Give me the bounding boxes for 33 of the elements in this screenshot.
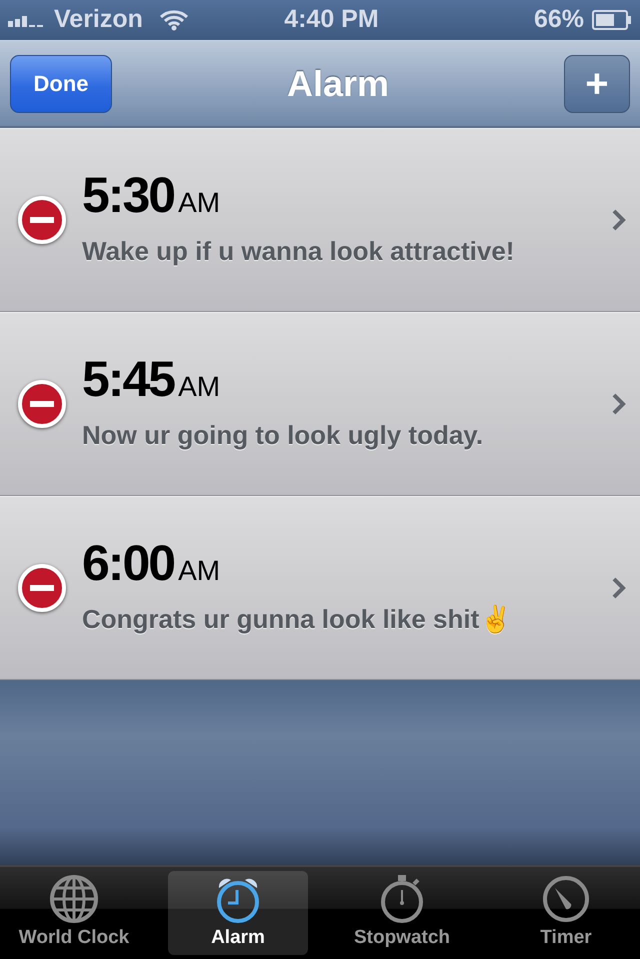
alarm-period: AM	[178, 370, 220, 404]
timer-icon	[541, 874, 591, 924]
alarm-period: AM	[178, 554, 220, 588]
chevron-icon	[612, 209, 626, 231]
carrier-name: Verizon	[54, 4, 143, 36]
alarm-label: Wake up if u wanna look attractive!	[82, 234, 516, 268]
globe-icon	[49, 874, 99, 924]
delete-icon[interactable]	[18, 380, 66, 428]
clock-time: 4:40 PM	[284, 4, 379, 36]
nav-title: Alarm	[286, 62, 390, 106]
tab-button[interactable]: Stopwatch	[332, 871, 472, 955]
alarm-time: 5:30	[82, 170, 174, 220]
add-button[interactable]: +	[564, 54, 630, 112]
alarm-period: AM	[178, 186, 220, 220]
tab-button[interactable]: Alarm	[168, 871, 308, 955]
alarm-label: Congrats ur gunna look like shit✌	[82, 602, 512, 636]
delete-icon[interactable]	[18, 564, 66, 612]
alarm-label: Now ur going to look ugly today.	[82, 418, 484, 452]
done-button[interactable]: Done	[10, 54, 112, 112]
tab-button[interactable]: World Clock	[4, 871, 144, 955]
alarm-time: 6:00	[82, 538, 174, 588]
delete-icon[interactable]	[18, 196, 66, 244]
battery-percent: 66%	[534, 4, 584, 36]
signal-icon	[8, 13, 46, 27]
alarm-row[interactable]: 5:45AM Now ur going to look ugly today.	[0, 312, 640, 496]
wifi-icon	[158, 9, 189, 31]
chevron-icon	[612, 577, 626, 599]
tab-button[interactable]: Timer	[496, 871, 636, 955]
chevron-icon	[612, 393, 626, 415]
alarm-row[interactable]: 6:00AM Congrats ur gunna look like shit✌	[0, 496, 640, 680]
alarm-row[interactable]: 5:30AM Wake up if u wanna look attractive!	[0, 128, 640, 312]
alarm-time: 5:45	[82, 354, 174, 404]
battery-icon	[592, 10, 632, 30]
